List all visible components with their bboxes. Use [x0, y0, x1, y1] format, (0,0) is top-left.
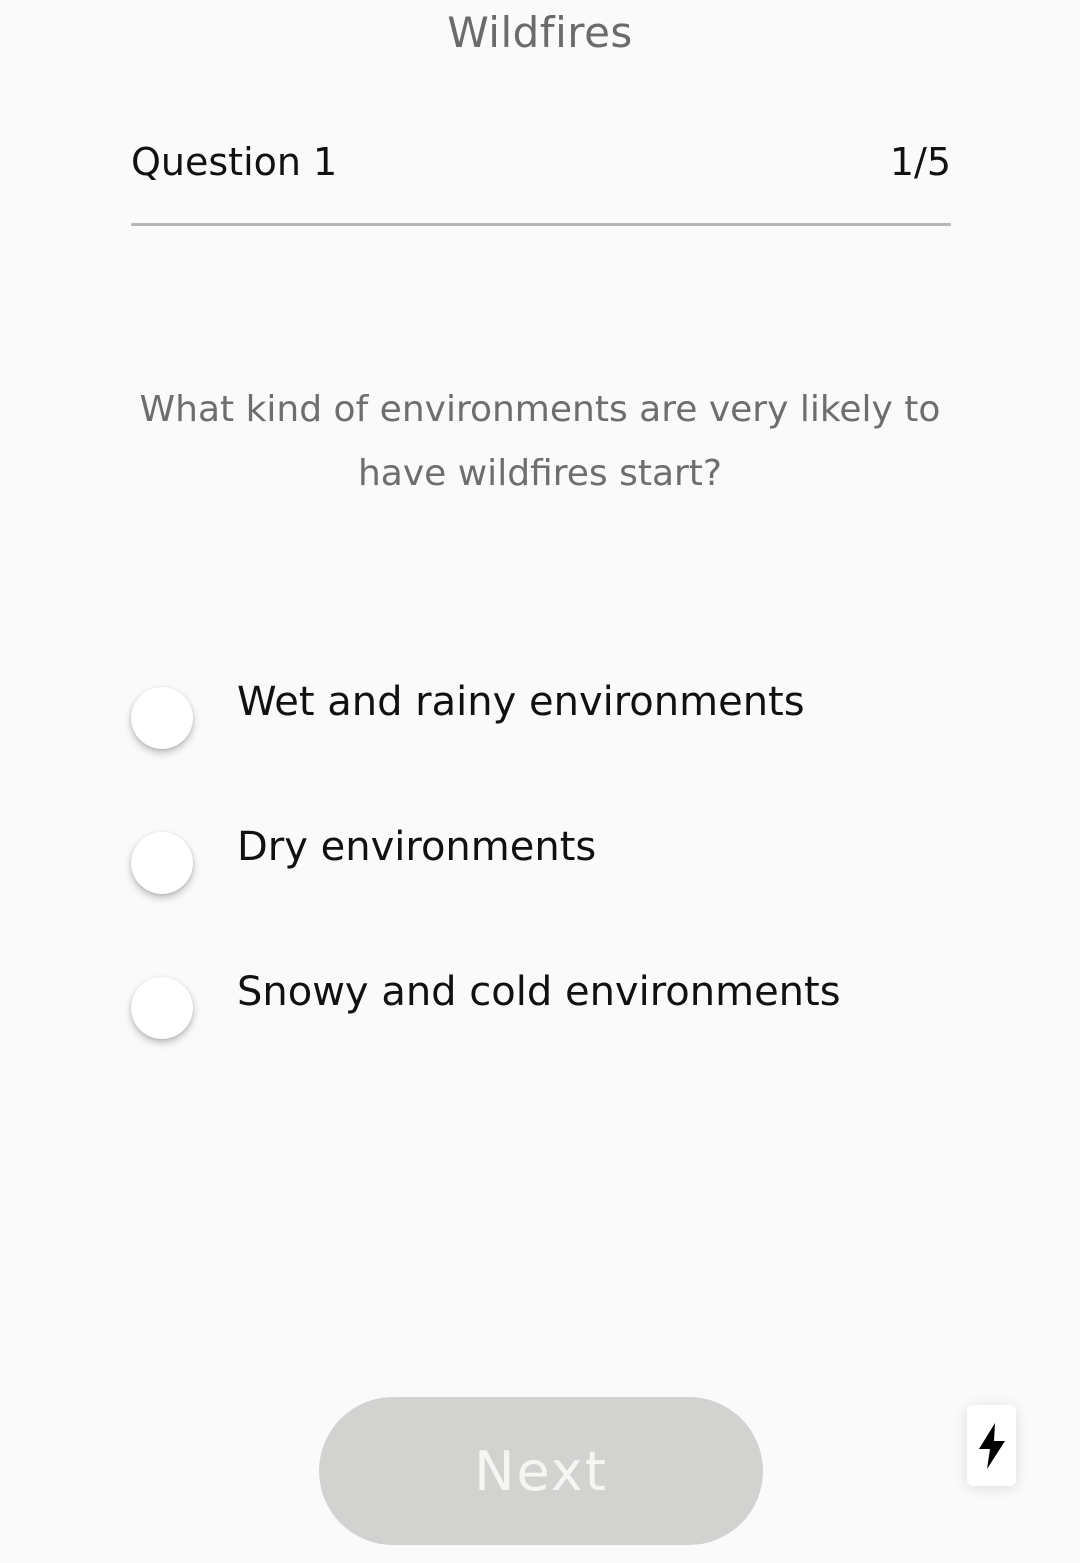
- answer-option-2[interactable]: Dry environments: [131, 822, 991, 894]
- page-title: Wildfires: [447, 8, 633, 57]
- lightning-bolt-icon: [978, 1422, 1005, 1469]
- answer-option-label: Wet and rainy environments: [237, 679, 805, 725]
- answer-option-label: Snowy and cold environments: [237, 969, 841, 1015]
- answer-option-1[interactable]: Wet and rainy environments: [131, 677, 991, 749]
- question-number-label: Question 1: [131, 140, 338, 184]
- radio-button[interactable]: [131, 977, 193, 1039]
- question-text: What kind of environments are very likel…: [139, 389, 941, 494]
- next-button[interactable]: Next: [319, 1397, 763, 1545]
- quick-action-button[interactable]: [967, 1405, 1016, 1486]
- answer-option-label: Dry environments: [237, 824, 597, 870]
- question-progress-counter: 1/5: [889, 140, 951, 184]
- question-header: Question 1 1/5: [131, 140, 951, 200]
- radio-button[interactable]: [131, 687, 193, 749]
- radio-button[interactable]: [131, 832, 193, 894]
- header-divider: [131, 223, 951, 226]
- answer-option-3[interactable]: Snowy and cold environments: [131, 967, 991, 1039]
